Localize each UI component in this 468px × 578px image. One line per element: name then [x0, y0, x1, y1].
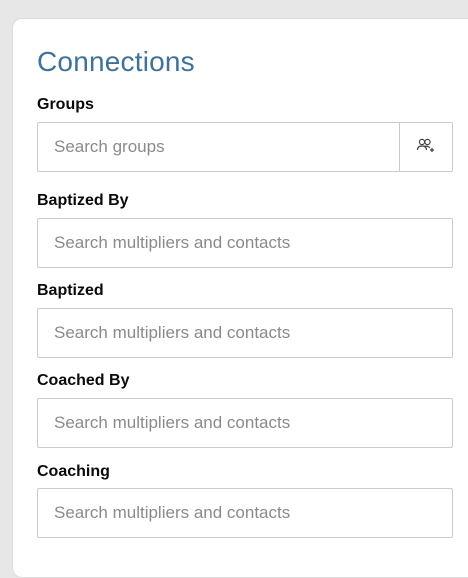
coached-by-label: Coached By [37, 372, 130, 389]
section-title: Connections [37, 46, 195, 77]
groups-search-input[interactable] [38, 123, 399, 171]
baptized-by-field [37, 218, 453, 268]
baptized-label: Baptized [37, 282, 104, 299]
coaching-field [37, 488, 453, 538]
groups-label: Groups [37, 96, 94, 113]
coaching-label: Coaching [37, 463, 110, 480]
coaching-search-input[interactable] [38, 489, 452, 537]
baptized-by-search-input[interactable] [38, 219, 452, 267]
coached-by-search-input[interactable] [38, 399, 452, 447]
groups-field [37, 122, 453, 172]
baptized-search-input[interactable] [38, 309, 452, 357]
baptized-field [37, 308, 453, 358]
baptized-by-label: Baptized By [37, 192, 129, 209]
coached-by-field [37, 398, 453, 448]
connections-panel: Connections Groups Baptized By Baptized … [12, 18, 468, 578]
add-group-icon [416, 137, 436, 158]
add-group-button[interactable] [399, 123, 452, 171]
